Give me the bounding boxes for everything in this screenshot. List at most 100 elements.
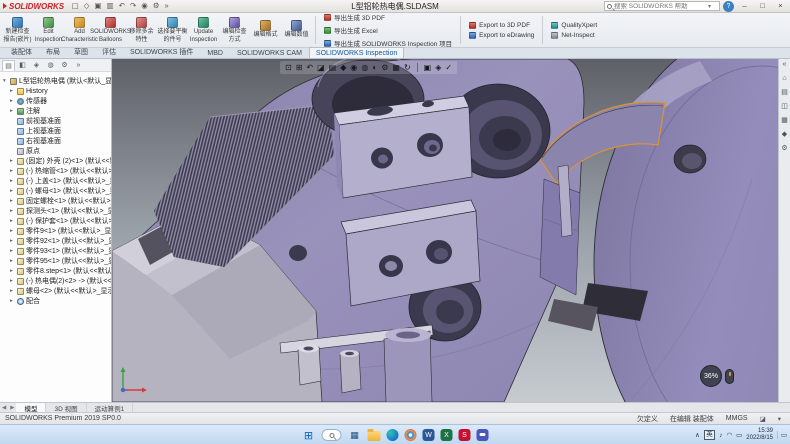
excel-icon[interactable]: X <box>441 429 453 441</box>
options-icon[interactable]: ⚙ <box>150 0 162 12</box>
collapse-icon[interactable] <box>10 108 16 114</box>
tree-item-right-plane[interactable]: 右视基准面 <box>0 136 111 146</box>
collapse-icon[interactable] <box>10 228 16 234</box>
apply-scene-icon[interactable]: ⚙ <box>381 61 388 74</box>
tree-item-component[interactable]: 探测头<1> (默认<<默认>_显示状态 1>) <box>0 206 111 216</box>
tree-root-assembly[interactable]: L型铝轮热电偶 (默认<默认_显示状态-1>) <box>0 76 111 86</box>
export-to-edrawing-item[interactable]: Export to eDrawing <box>469 32 534 39</box>
tab-sketch[interactable]: 草图 <box>67 44 95 58</box>
mbd-3dview-icon[interactable]: ▣ <box>424 61 432 74</box>
tab-layout[interactable]: 布局 <box>39 44 67 58</box>
battery-icon[interactable]: ▭ <box>736 431 742 439</box>
tree-item-component[interactable]: (-) 热电偶(2)<2> -> (默认<<默认>_显示状态 1>) <box>0 276 111 286</box>
notification-center-icon[interactable]: ▭ <box>777 431 787 439</box>
network-icon[interactable]: ◠ <box>726 431 732 439</box>
featuremanager-tab[interactable]: ▤ <box>2 60 15 71</box>
edge-icon[interactable] <box>387 429 399 441</box>
tab-mbd[interactable]: MBD <box>200 47 230 58</box>
remove-extra-features-button[interactable]: 移除多余 特性 <box>126 13 157 47</box>
compare-icon[interactable]: ◈ <box>435 61 441 74</box>
zoom-area-icon[interactable]: ⊞ <box>296 61 303 74</box>
taskbar-clock[interactable]: 15:39 2022/8/15 <box>746 428 773 442</box>
help-search-box[interactable]: ▾ <box>604 1 720 11</box>
toolbar-chevron-icon[interactable]: » <box>162 0 171 12</box>
tree-item-component[interactable]: 零件8.step<1> (默认<<默认>_显示状态 1>) <box>0 266 111 276</box>
net-inspect-item[interactable]: Net-Inspect <box>551 32 597 39</box>
tree-item-component[interactable]: (-) 螺母<1> (默认<<默认>_显示状态 1>) <box>0 186 111 196</box>
edit-appearance-icon[interactable]: ◐ <box>372 61 377 74</box>
tray-overflow-icon[interactable]: ∧ <box>695 431 700 439</box>
display-style-icon[interactable]: ◉ <box>350 61 357 74</box>
collapse-icon[interactable] <box>10 238 16 244</box>
tab-scroll-right-icon[interactable]: ▶ <box>8 403 16 412</box>
previous-view-icon[interactable]: ↶ <box>306 61 313 74</box>
expand-icon[interactable] <box>3 78 9 84</box>
save-icon[interactable]: ▣ <box>92 0 104 12</box>
propertymanager-tab[interactable]: ◧ <box>16 60 29 71</box>
collapse-icon[interactable] <box>10 188 16 194</box>
tab-assembly[interactable]: 装配体 <box>4 44 39 58</box>
panel-chevron-icon[interactable]: » <box>72 60 85 71</box>
tree-item-sensors[interactable]: 传感器 <box>0 96 111 106</box>
select-balloon-items-button[interactable]: 选择要平衡 的件号 <box>157 13 188 47</box>
tab-model[interactable]: 模型 <box>16 403 46 412</box>
new-inspection-report-button[interactable]: 新建检查 报告(嵌片) <box>2 13 33 47</box>
tree-item-component[interactable]: (-) 上盖<1> (默认<<默认>_显示状态 1>) <box>0 176 111 186</box>
status-tag-icon[interactable]: ◪ <box>760 415 766 423</box>
graphics-area[interactable]: ⊡ ⊞ ↶ ◪ ▤ ◆ ◉ ◍ ◐ ⚙ ▦ ↻ ▣ ◈ ✓ 36% <box>112 59 778 402</box>
new-file-icon[interactable]: ▢ <box>69 0 81 12</box>
tree-item-component[interactable]: 零件93<1> (默认<<默认>_显示状态 1>) <box>0 246 111 256</box>
redo-icon[interactable]: ↷ <box>127 0 138 12</box>
configurationmanager-tab[interactable]: ◈ <box>30 60 43 71</box>
annotation-view-icon[interactable]: ▤ <box>329 61 337 74</box>
qualityxpert-item[interactable]: QualityXpert <box>551 22 597 29</box>
dimxpert-tab[interactable]: ◍ <box>44 60 57 71</box>
collapse-icon[interactable] <box>10 278 16 284</box>
unit-system[interactable]: MMGS <box>726 415 748 422</box>
collapse-icon[interactable] <box>10 88 16 94</box>
collapse-icon[interactable] <box>10 298 16 304</box>
displaymanager-tab[interactable]: ⚙ <box>58 60 71 71</box>
tree-item-component[interactable]: (-) 热缩管<1> (默认<<默认>_显示状态 1>) <box>0 166 111 176</box>
tree-item-component[interactable]: 零件92<1> (默认<<默认>_显示状态 1>) <box>0 236 111 246</box>
tree-item-top-plane[interactable]: 上视基准面 <box>0 126 111 136</box>
tab-evaluate[interactable]: 评估 <box>95 44 123 58</box>
file-explorer-icon[interactable] <box>368 431 381 441</box>
inspection-check-icon[interactable]: ✓ <box>445 61 452 74</box>
tree-item-component[interactable]: 螺母<2> (默认<<默认>_显示状态 1>) <box>0 286 111 296</box>
print-icon[interactable]: ▥ <box>104 0 116 12</box>
view-settings-icon[interactable]: ▦ <box>392 61 400 74</box>
task-view-button[interactable]: ▦ <box>348 428 362 442</box>
tree-item-annotations[interactable]: 注解 <box>0 106 111 116</box>
close-button[interactable]: × <box>773 0 788 12</box>
section-view-icon[interactable]: ◪ <box>317 61 325 74</box>
edit-inspection-method-button[interactable]: 编辑检查 方式 <box>219 13 250 47</box>
collapse-icon[interactable] <box>10 168 16 174</box>
tree-item-front-plane[interactable]: 前视基准面 <box>0 116 111 126</box>
export-to-3dpdf-item[interactable]: Export to 3D PDF <box>469 22 534 29</box>
start-button[interactable]: ⊞ <box>302 428 316 442</box>
solidworks-taskbar-icon[interactable]: S <box>459 429 471 441</box>
tree-item-component[interactable]: 零件95<1> (默认<<默认>_显示状态 1>) <box>0 256 111 266</box>
edit-values-button[interactable]: 编辑数值 <box>281 13 312 47</box>
tab-scroll-left-icon[interactable]: ◀ <box>0 403 8 412</box>
word-icon[interactable]: W <box>423 429 435 441</box>
balloons-button[interactable]: SOLIDWORKS Balloons <box>95 13 126 47</box>
help-button[interactable]: ? <box>723 1 734 12</box>
tree-item-component[interactable]: 固定螺栓<1> (默认<<默认>_显示状态 1>) <box>0 196 111 206</box>
rebuild-icon[interactable]: ◉ <box>139 0 151 12</box>
assembly-3d-model[interactable] <box>112 59 778 402</box>
file-explorer-pane-icon[interactable]: ◫ <box>781 103 788 111</box>
collapse-pane-icon[interactable]: « <box>783 61 787 69</box>
collapse-icon[interactable] <box>10 288 16 294</box>
collapse-icon[interactable] <box>10 268 16 274</box>
design-library-icon[interactable]: ▤ <box>781 89 788 97</box>
custom-properties-icon[interactable]: ⚙ <box>781 145 787 153</box>
volume-icon[interactable]: ♪ <box>719 432 722 439</box>
taskbar-search[interactable] <box>322 429 342 441</box>
tab-solidworks-cam[interactable]: SOLIDWORKS CAM <box>230 47 309 58</box>
collapse-icon[interactable] <box>10 98 16 104</box>
edit-format-button[interactable]: 编辑格式 <box>250 13 281 47</box>
export-3dpdf-item[interactable]: 导出生成 3D PDF <box>324 12 452 22</box>
update-inspection-button[interactable]: Update Inspection <box>188 13 219 47</box>
